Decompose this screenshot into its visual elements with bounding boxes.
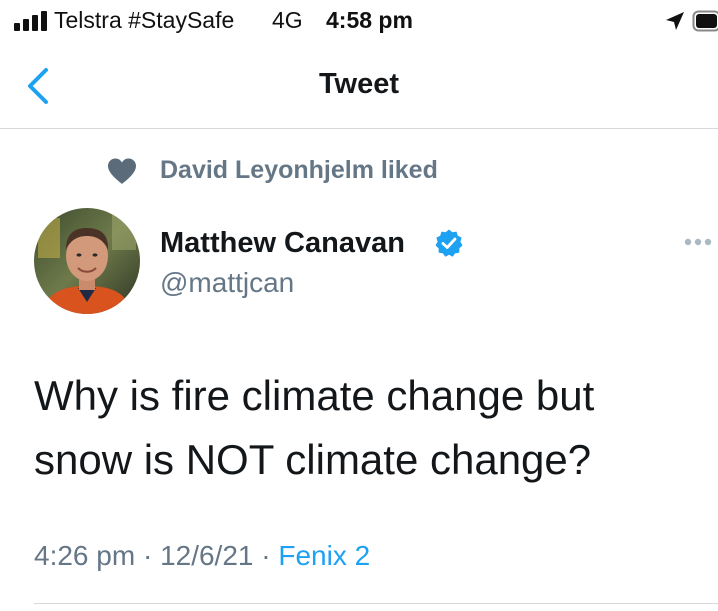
meta-separator: · (261, 540, 271, 571)
tweet-time: 4:26 pm (34, 540, 136, 571)
author-name[interactable]: Matthew Canavan (160, 225, 405, 261)
nav-bar: Tweet (0, 44, 718, 129)
social-context: David Leyonhjelm liked (0, 152, 718, 190)
social-context-text: David Leyonhjelm liked (160, 156, 438, 184)
more-options-icon[interactable] (682, 236, 718, 248)
battery-icon (692, 10, 718, 32)
avatar-photo (34, 208, 140, 314)
tweet-client-link[interactable]: Fenix 2 (278, 540, 370, 571)
avatar[interactable] (34, 208, 140, 314)
heart-icon (108, 158, 136, 184)
verified-badge-icon (435, 229, 463, 257)
tweet-date: 12/6/21 (160, 540, 254, 571)
status-bar: Telstra #StaySafe 4G 4:58 pm (0, 0, 718, 44)
carrier-label: Telstra #StaySafe (54, 7, 235, 33)
tweet-text: Why is fire climate change but snow is N… (34, 372, 595, 483)
network-label: 4G (272, 7, 303, 33)
divider (34, 603, 718, 604)
location-icon (666, 12, 684, 30)
tweet-meta: 4:26 pm · 12/6/21 · Fenix 2 (34, 536, 370, 576)
signal-icon (14, 9, 50, 31)
page-title: Tweet (318, 68, 400, 100)
status-time: 4:58 pm (326, 7, 413, 33)
meta-separator: · (142, 540, 153, 571)
author-handle[interactable]: @mattjcan (160, 266, 294, 300)
